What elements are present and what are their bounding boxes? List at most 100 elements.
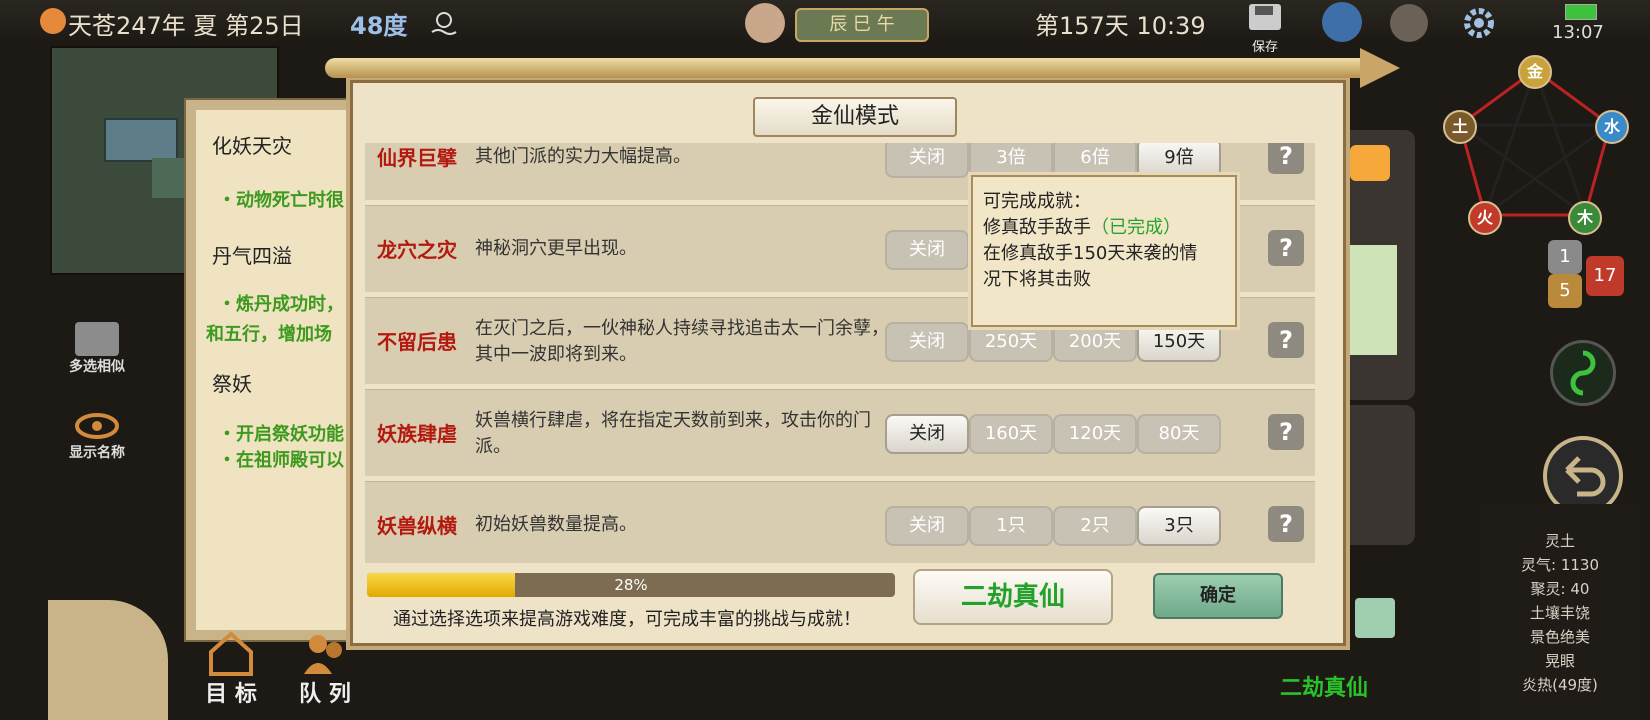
tile-stats-panel: 灵土 灵气: 1130 聚灵: 40 土壤丰饶 景色绝美 晃眼 炎热(49度) [1480,504,1640,720]
gourd-icon[interactable] [48,600,168,720]
section-line: ・开启祭妖功能 [218,424,344,445]
help-button[interactable]: ? [1268,322,1304,358]
option-choice[interactable]: 2只 [1053,506,1137,546]
section-title: 化妖天灾 [212,134,292,158]
tooltip-desc: 况下将其击败 [983,269,1091,290]
option-desc: 在灭门之后，一伙神秘人持续寻找追击太一门余孽，其中一波即将到来。 [475,318,889,365]
eye-icon [75,408,119,442]
section-title: 丹气四溢 [212,244,292,268]
multi-select-button[interactable]: 多选相似 [62,322,132,384]
green-tab[interactable] [1355,598,1395,638]
tooltip-desc: 在修真敌手150天来袭的情 [983,243,1198,264]
stat-title: 灵土 [1544,532,1575,550]
stat-line: 土壤丰饶 [1529,604,1590,622]
metal-element[interactable]: 金 [1518,55,1552,89]
stat-line: 聚灵: 40 [1530,580,1590,598]
palette-icon[interactable] [1390,4,1428,42]
dialog-title: 金仙模式 [753,97,957,137]
event-icon[interactable] [1322,2,1362,42]
option-choice-selected[interactable]: 150天 [1137,322,1221,362]
show-names-button[interactable]: 显示名称 [62,408,132,470]
wood-element[interactable]: 木 [1568,201,1602,235]
people-icon [300,630,350,676]
goal-button[interactable]: 目 标 [196,630,266,710]
lotus-icon [745,3,785,43]
help-button[interactable]: ? [1268,230,1304,266]
option-choice-selected[interactable]: 3只 [1137,506,1221,546]
day-time: 第157天 10:39 [1035,12,1206,40]
difficulty-progress-bar: 28% [367,573,895,597]
water-element[interactable]: 水 [1595,110,1629,144]
difficulty-mode-dialog: 仙界巨擘 其他门派的实力大幅提高。 关闭 3倍 6倍 9倍 ? 龙穴之灾 神秘洞… [350,80,1346,646]
help-button[interactable]: ? [1268,414,1304,450]
option-choice[interactable]: 6倍 [1053,143,1137,178]
section-line: ・动物死亡时很 [218,190,344,211]
stat-line: 晃眼 [1544,652,1575,670]
option-choice-selected[interactable]: 关闭 [885,414,969,454]
option-choice[interactable]: 120天 [1053,414,1137,454]
option-name: 妖兽纵横 [377,514,457,538]
count-badge[interactable]: 5 [1548,274,1582,308]
temperature: 48度 [350,12,408,40]
count-badge[interactable]: 17 [1586,256,1624,296]
help-button[interactable]: ? [1268,143,1304,174]
section-line: 和五行，增加场 [206,324,332,345]
option-choice[interactable]: 关闭 [885,506,969,546]
save-icon [1249,4,1281,30]
option-desc: 神秘洞穴更早出现。 [475,238,637,259]
option-choice[interactable]: 3倍 [969,143,1053,178]
fire-element[interactable]: 火 [1468,201,1502,235]
settings-gear-icon[interactable] [1460,4,1498,42]
option-name: 仙界巨擘 [377,146,457,170]
multi-select-icon [75,322,119,356]
option-desc: 初始妖兽数量提高。 [475,514,637,535]
tooltip-title: 可完成成就： [983,191,1091,212]
stat-line: 灵气: 1130 [1521,556,1599,574]
clock: 13:07 [1552,22,1604,43]
option-choice[interactable]: 关闭 [885,143,969,178]
stat-line: 景色绝美 [1529,628,1590,646]
qi-swirl-icon[interactable] [1550,340,1616,406]
option-row: 妖族肆虐 妖兽横行肆虐，将在指定天数前到来，攻击你的门派。 关闭 160天 12… [365,389,1315,476]
arrowhead-icon [1360,48,1400,88]
progress-label: 28% [614,576,648,594]
option-choice[interactable]: 250天 [969,322,1053,362]
expand-icon[interactable] [40,8,66,34]
house-icon [206,630,256,676]
footer-hint: 通过选择选项来提高游戏难度，可完成丰富的挑战与成就！ [393,609,861,630]
achievement-tooltip: 可完成成就： 修真敌手敌手（已完成） 在修真敌手150天来袭的情 况下将其击败 [971,175,1237,327]
time-of-day: 辰 巳 午 [795,8,929,42]
option-choice[interactable]: 关闭 [885,322,969,362]
option-choice[interactable]: 80天 [1137,414,1221,454]
option-choice[interactable]: 200天 [1053,322,1137,362]
confirm-button[interactable]: 确定 [1153,573,1283,619]
earth-element[interactable]: 土 [1443,110,1477,144]
tooltip-status: （已完成） [1091,217,1181,238]
back-arrow-icon [1565,456,1606,497]
help-button[interactable]: ? [1268,506,1304,542]
stat-line: 炎热(49度) [1522,676,1598,694]
yellow-tab[interactable] [1350,145,1390,181]
decorative-arrow-beam [325,58,1385,78]
section-line: ・炼丹成功时， [218,294,344,315]
option-choice[interactable]: 1只 [969,506,1053,546]
option-choice[interactable]: 关闭 [885,230,969,270]
five-elements-diagram[interactable]: 金 水 木 火 土 [1440,55,1630,235]
option-desc: 其他门派的实力大幅提高。 [475,146,691,167]
battery-icon [1565,4,1597,20]
option-choice-selected[interactable]: 9倍 [1137,143,1221,178]
save-button[interactable]: 保存 [1243,2,1287,55]
top-status-bar: 天苍247年 夏 第25日 48度 辰 巳 午 第157天 10:39 保存 1… [0,0,1650,55]
game-date: 天苍247年 夏 第25日 [68,12,304,40]
option-choice[interactable]: 160天 [969,414,1053,454]
tooltip-achievement: 修真敌手敌手（已完成） [983,217,1181,238]
section-title: 祭妖 [212,372,252,396]
count-badge[interactable]: 1 [1548,240,1582,274]
option-name: 妖族肆虐 [377,422,457,446]
current-rank-label: 二劫真仙 [1280,676,1369,701]
map-building [104,118,178,162]
side-dark-panel [1340,405,1415,545]
option-name: 龙穴之灾 [377,238,457,262]
rank-button[interactable]: 二劫真仙 [913,569,1113,625]
scene-thumbnail[interactable] [1345,245,1397,355]
